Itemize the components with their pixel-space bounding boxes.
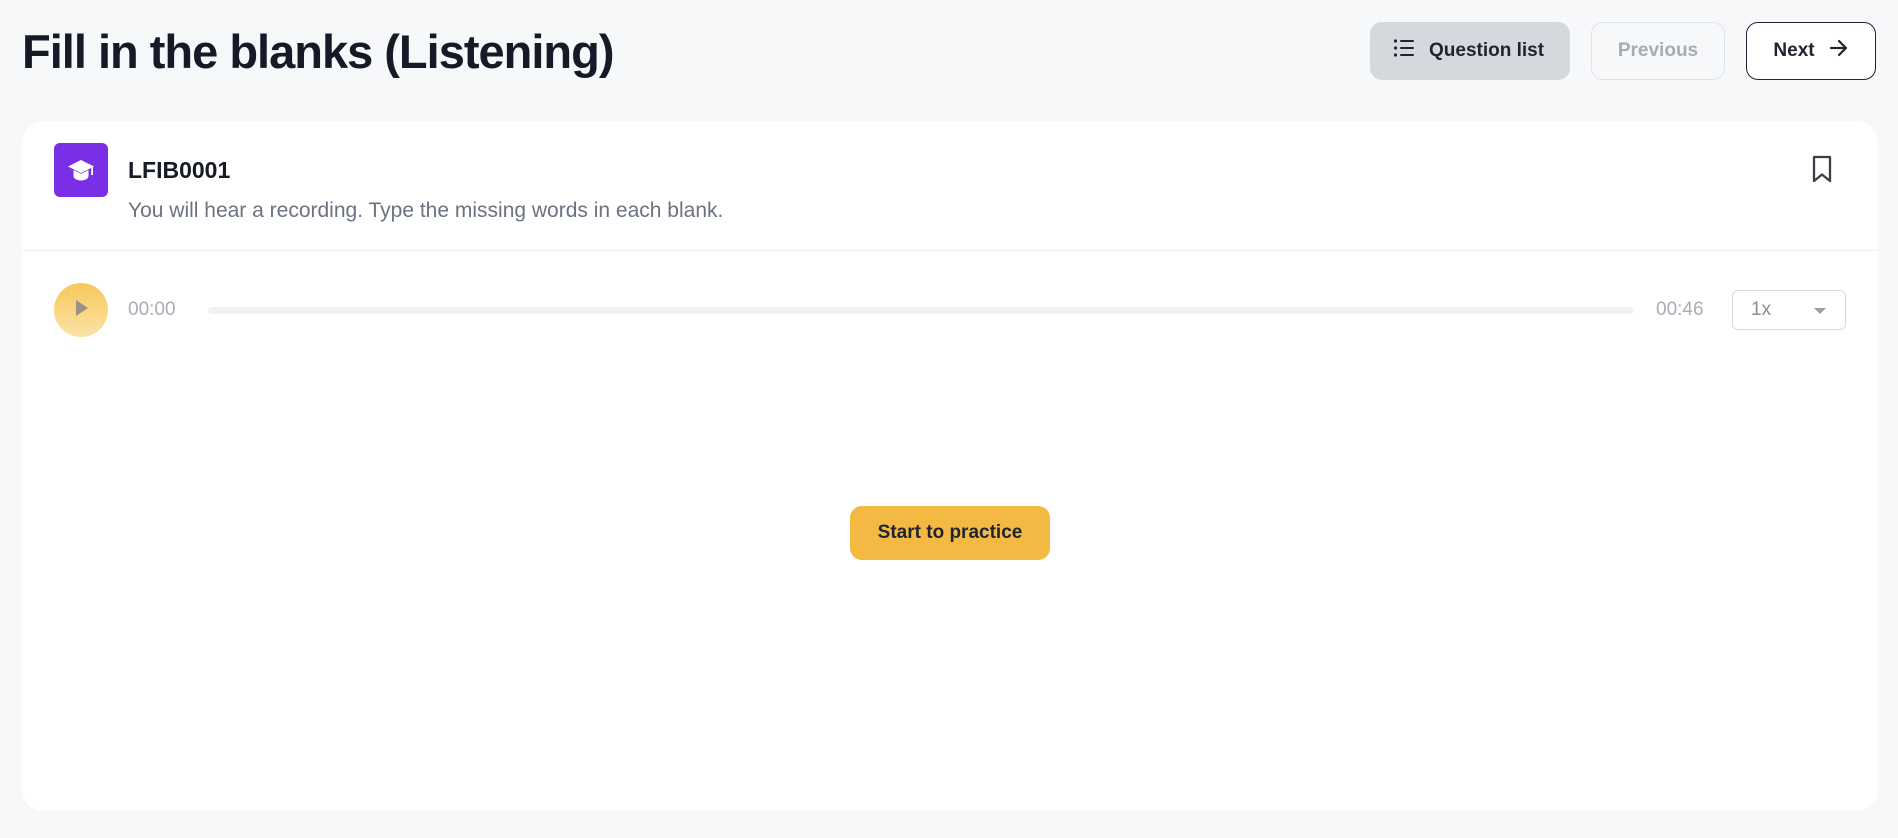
next-label: Next (1773, 40, 1815, 61)
chevron-down-icon (1813, 299, 1827, 321)
question-instruction: You will hear a recording. Type the miss… (128, 199, 724, 222)
graduation-cap-icon (54, 143, 108, 197)
next-button[interactable]: Next (1746, 22, 1876, 80)
page-header: Fill in the blanks (Listening) Question … (22, 22, 1876, 80)
audio-progress-bar[interactable] (208, 306, 1634, 314)
play-button[interactable] (54, 283, 108, 337)
header-actions: Question list Previous Next (1370, 22, 1876, 80)
bookmark-icon[interactable] (1810, 154, 1834, 184)
page-title: Fill in the blanks (Listening) (22, 24, 614, 78)
question-id: LFIB0001 (128, 157, 231, 183)
total-time: 00:46 (1656, 299, 1704, 320)
list-icon (1393, 38, 1415, 64)
playback-speed-select[interactable]: 1x (1732, 290, 1846, 330)
start-practice-button[interactable]: Start to practice (850, 506, 1050, 560)
arrow-right-icon (1829, 39, 1849, 63)
audio-player: 00:00 00:46 1x (54, 283, 1846, 337)
question-header: LFIB0001 You will hear a recording. Type… (22, 121, 1878, 251)
current-time: 00:00 (128, 299, 176, 320)
previous-button[interactable]: Previous (1591, 22, 1725, 80)
question-list-label: Question list (1429, 40, 1545, 61)
previous-label: Previous (1617, 40, 1699, 61)
play-icon (72, 298, 90, 323)
question-list-button[interactable]: Question list (1370, 22, 1570, 80)
playback-speed-value: 1x (1751, 299, 1772, 320)
question-card: LFIB0001 You will hear a recording. Type… (22, 121, 1878, 811)
